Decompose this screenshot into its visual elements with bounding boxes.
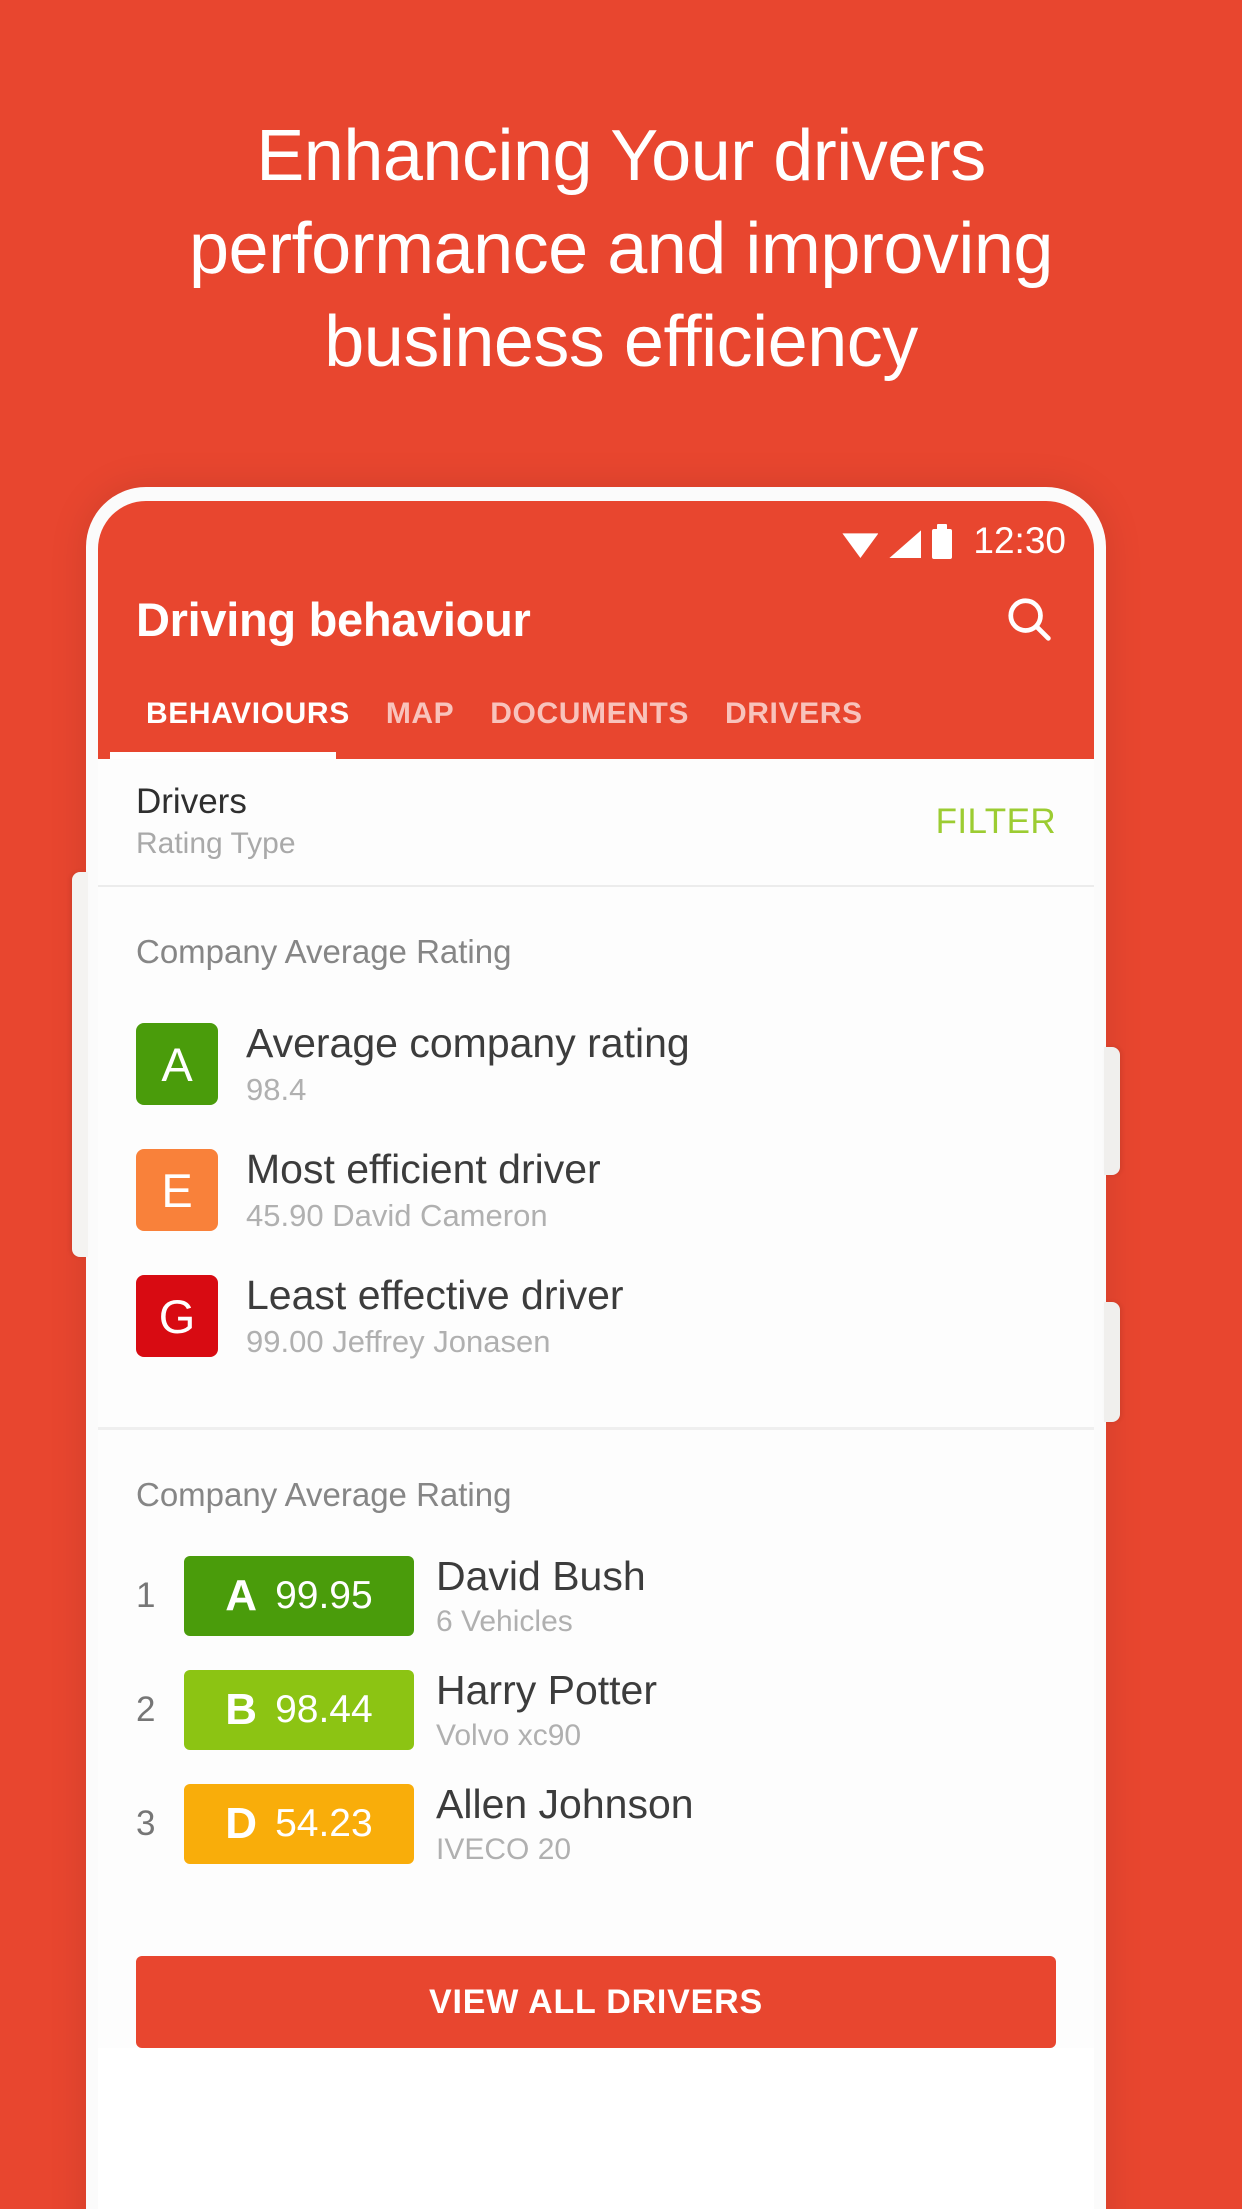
view-all-drivers-button[interactable]: VIEW ALL DRIVERS (136, 1956, 1056, 2048)
list-item[interactable]: E Most efficient driver 45.90 David Came… (136, 1133, 1056, 1247)
battery-icon (932, 524, 953, 559)
grade-score: 98.44 (275, 1688, 373, 1731)
list-item-title: Average company rating (246, 1020, 690, 1066)
page-title: Driving behaviour (136, 592, 531, 646)
signal-icon (889, 530, 922, 558)
list-item[interactable]: 3 D 54.23 Allen Johnson IVECO 20 (136, 1778, 1056, 1870)
tab-bar: BEHAVIOURS MAP DOCUMENTS DRIVERS (98, 669, 1094, 759)
cta-container: VIEW ALL DRIVERS (98, 1934, 1094, 2048)
list-item[interactable]: 1 A 99.95 David Bush 6 Vehicles (136, 1550, 1056, 1642)
list-item-text: Least effective driver 99.00 Jeffrey Jon… (246, 1269, 624, 1363)
list-item-text: Most efficient driver 45.90 David Camero… (246, 1143, 601, 1237)
grade-letter: B (225, 1685, 258, 1734)
app-bar: Driving behaviour (98, 569, 1094, 669)
grade-badge: G (136, 1275, 218, 1357)
status-time: 12:30 (973, 520, 1066, 561)
phone-power-button[interactable] (1104, 1047, 1120, 1175)
filter-button[interactable]: FILTER (936, 802, 1056, 842)
list-item-text: Harry Potter Volvo xc90 (436, 1664, 657, 1756)
rank-number: 3 (136, 1804, 156, 1843)
driver-vehicle: 6 Vehicles (436, 1605, 573, 1638)
filter-bar: Drivers Rating Type FILTER (98, 759, 1094, 887)
grade-score-badge: D 54.23 (184, 1784, 414, 1864)
list-item-text: David Bush 6 Vehicles (436, 1550, 646, 1642)
driver-name: Harry Potter (436, 1667, 657, 1713)
list-item[interactable]: G Least effective driver 99.00 Jeffrey J… (136, 1259, 1056, 1373)
phone-volume-button[interactable] (72, 872, 88, 1257)
list-item-text: Allen Johnson IVECO 20 (436, 1778, 694, 1870)
headline-line-3: business efficiency (324, 302, 918, 382)
company-summary-card: Company Average Rating A Average company… (98, 887, 1094, 1427)
list-item-title: Least effective driver (246, 1272, 624, 1318)
tab-active-indicator (110, 752, 336, 759)
tab-map[interactable]: MAP (368, 669, 472, 759)
status-bar: 12:30 (98, 501, 1094, 569)
driver-vehicle: IVECO 20 (436, 1833, 572, 1866)
list-item[interactable]: 2 B 98.44 Harry Potter Volvo xc90 (136, 1664, 1056, 1756)
phone-mockup: 12:30 Driving behaviour BEHAVIOURS MAP D… (72, 487, 1120, 2209)
grade-score-badge: A 99.95 (184, 1556, 414, 1636)
driver-name: Allen Johnson (436, 1781, 694, 1827)
list-item[interactable]: A Average company rating 98.4 (136, 1007, 1056, 1121)
list-item-subtitle: 98.4 (246, 1072, 307, 1107)
ranking-card-heading: Company Average Rating (136, 1476, 512, 1513)
promo-headline: Enhancing Your drivers performance and i… (0, 110, 1242, 389)
grade-score: 54.23 (275, 1802, 373, 1845)
list-item-text: Average company rating 98.4 (246, 1017, 690, 1111)
grade-badge: E (136, 1149, 218, 1231)
phone-screen: 12:30 Driving behaviour BEHAVIOURS MAP D… (98, 501, 1094, 2209)
tab-behaviours[interactable]: BEHAVIOURS (128, 669, 368, 759)
list-item-subtitle: 45.90 David Cameron (246, 1198, 548, 1233)
status-icons (842, 524, 953, 559)
headline-line-1: Enhancing Your drivers (256, 116, 986, 196)
search-icon[interactable] (1002, 592, 1056, 646)
rank-number: 2 (136, 1690, 156, 1729)
grade-letter: D (225, 1799, 258, 1848)
grade-badge: A (136, 1023, 218, 1105)
summary-card-heading: Company Average Rating (136, 933, 512, 970)
driver-vehicle: Volvo xc90 (436, 1719, 582, 1752)
tab-drivers[interactable]: DRIVERS (707, 669, 881, 759)
grade-letter: A (225, 1571, 258, 1620)
tab-documents[interactable]: DOCUMENTS (472, 669, 707, 759)
phone-side-button[interactable] (1104, 1302, 1120, 1422)
grade-score: 99.95 (275, 1574, 373, 1617)
driver-ranking-card: Company Average Rating 1 A 99.95 David B… (98, 1427, 1094, 1934)
filter-labels: Drivers Rating Type (136, 780, 296, 864)
list-item-title: Most efficient driver (246, 1146, 601, 1192)
headline-line-2: performance and improving (189, 209, 1053, 289)
list-item-subtitle: 99.00 Jeffrey Jonasen (246, 1324, 551, 1359)
rank-number: 1 (136, 1576, 156, 1615)
filter-title: Drivers (136, 782, 247, 821)
grade-score-badge: B 98.44 (184, 1670, 414, 1750)
filter-subtitle: Rating Type (136, 827, 296, 860)
driver-name: David Bush (436, 1553, 646, 1599)
wifi-icon (842, 533, 879, 558)
